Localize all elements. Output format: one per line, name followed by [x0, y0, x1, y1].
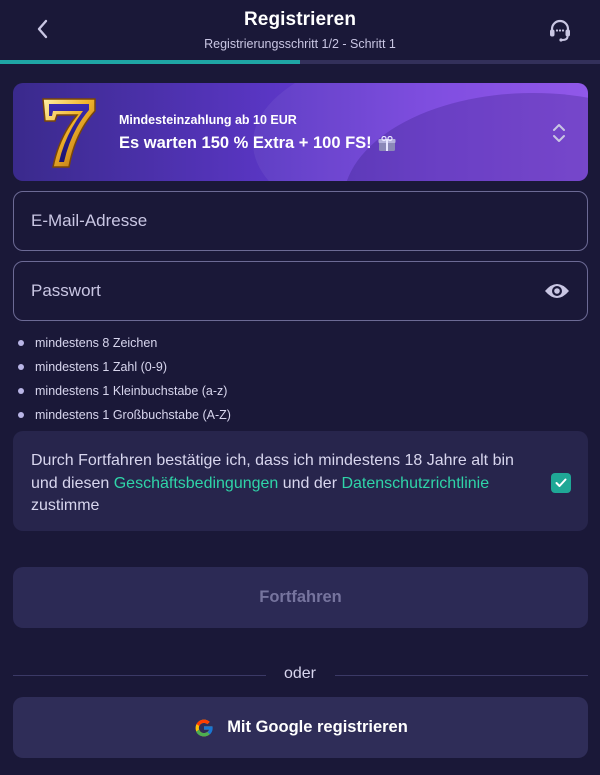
- eye-icon: [545, 284, 569, 298]
- bullet-icon: [18, 388, 24, 394]
- password-rule-text: mindestens 1 Kleinbuchstabe (a-z): [35, 384, 228, 398]
- lucky-seven-icon: [42, 98, 96, 168]
- google-register-button[interactable]: Mit Google registrieren: [13, 697, 588, 758]
- email-field-container: [13, 191, 588, 251]
- terms-checkbox[interactable]: [551, 473, 571, 493]
- support-button[interactable]: [544, 14, 576, 46]
- password-input[interactable]: [31, 262, 531, 320]
- bullet-icon: [18, 412, 24, 418]
- banner-min-deposit-text: Mindesteinzahlung ab 10 EUR: [119, 113, 297, 127]
- banner-offer-row: Es warten 150 % Extra + 100 FS!: [119, 134, 396, 153]
- password-rule: mindestens 1 Großbuchstabe (A-Z): [18, 403, 231, 427]
- check-icon: [555, 478, 567, 487]
- password-rule: mindestens 1 Kleinbuchstabe (a-z): [18, 379, 231, 403]
- password-rule: mindestens 1 Zahl (0-9): [18, 355, 231, 379]
- google-button-label: Mit Google registrieren: [227, 718, 408, 736]
- banner-offer-text: Es warten 150 % Extra + 100 FS!: [119, 134, 372, 152]
- google-g-icon: [195, 719, 214, 736]
- consent-text-part: zustimme: [31, 497, 100, 514]
- progress-fill: [0, 60, 300, 64]
- toggle-password-visibility-button[interactable]: [543, 279, 571, 303]
- password-rule-text: mindestens 1 Zahl (0-9): [35, 360, 168, 374]
- step-indicator: Registrierungsschritt 1/2 - Schritt 1: [204, 37, 396, 51]
- password-rules-list: mindestens 8 Zeichen mindestens 1 Zahl (…: [18, 331, 231, 427]
- registration-progress-bar: [0, 60, 600, 64]
- terms-consent-box: Durch Fortfahren bestätige ich, dass ich…: [13, 431, 588, 531]
- bonus-banner[interactable]: Mindesteinzahlung ab 10 EUR Es warten 15…: [13, 83, 588, 181]
- password-rule-text: mindestens 8 Zeichen: [35, 336, 158, 350]
- gift-icon: [378, 135, 396, 152]
- privacy-policy-link[interactable]: Datenschutzrichtlinie: [341, 475, 489, 492]
- password-rule-text: mindestens 1 Großbuchstabe (A-Z): [35, 408, 231, 422]
- continue-button[interactable]: Fortfahren: [13, 567, 588, 628]
- email-input[interactable]: [31, 192, 531, 250]
- consent-text-part: und der: [278, 474, 342, 492]
- password-field-container: [13, 261, 588, 321]
- bullet-icon: [18, 340, 24, 346]
- password-rule: mindestens 8 Zeichen: [18, 331, 231, 355]
- bullet-icon: [18, 364, 24, 370]
- divider-label: oder: [283, 665, 317, 682]
- terms-link[interactable]: Geschäftsbedingungen: [114, 475, 279, 492]
- headset-support-icon: [550, 19, 570, 42]
- banner-expand-button[interactable]: [550, 121, 568, 145]
- chevron-up-down-icon: [553, 124, 565, 142]
- consent-text: Durch Fortfahren bestätige ich, dass ich…: [31, 450, 541, 518]
- page-title: Registrieren: [243, 9, 357, 30]
- header: Registrieren Registrierungsschritt 1/2 -…: [0, 0, 600, 60]
